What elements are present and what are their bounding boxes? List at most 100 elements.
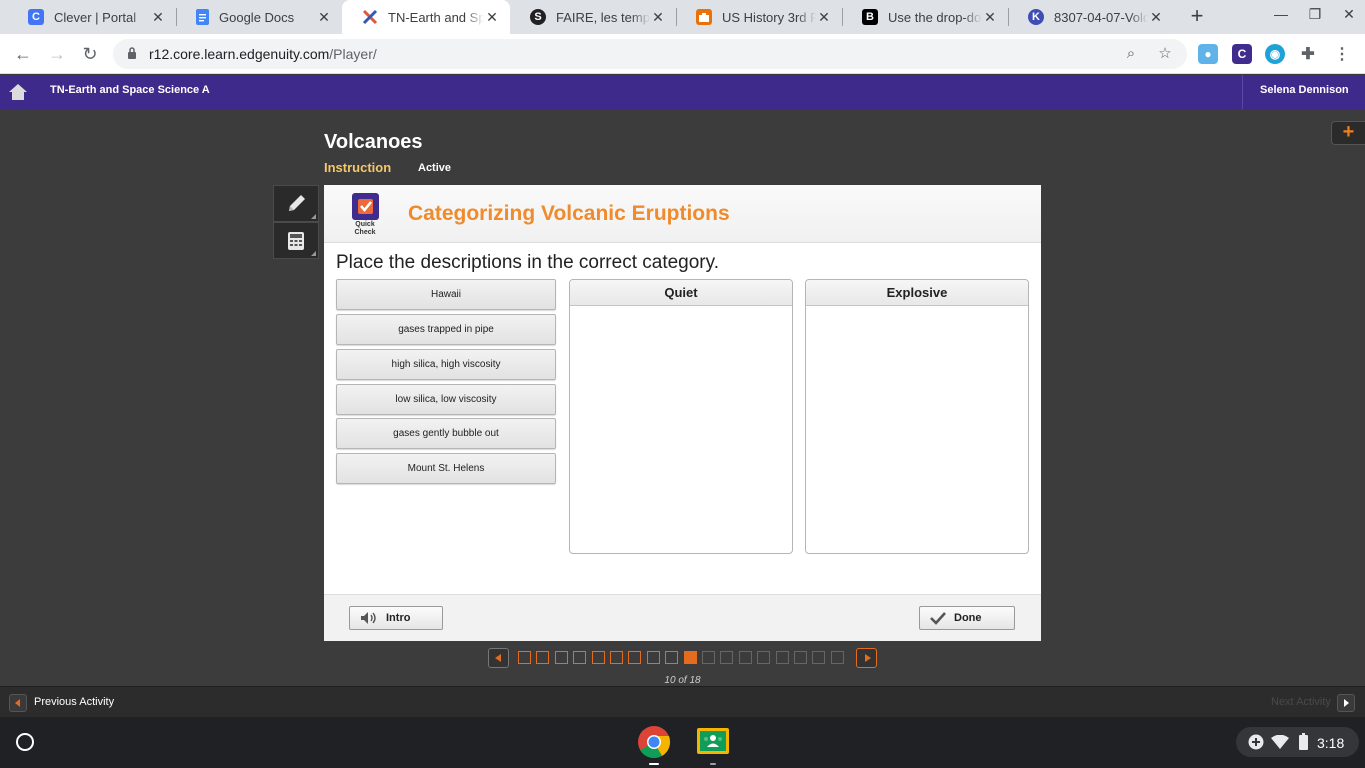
drag-item[interactable]: gases gently bubble out — [336, 418, 556, 449]
close-tab-icon[interactable]: ✕ — [150, 9, 166, 26]
page-box[interactable] — [536, 651, 550, 664]
back-arrow-icon[interactable]: ← — [11, 42, 35, 66]
previous-activity-button[interactable] — [9, 694, 27, 712]
close-tab-icon[interactable]: ✕ — [484, 9, 500, 26]
extension-c-icon[interactable]: C — [1232, 44, 1252, 64]
page-box[interactable] — [573, 651, 587, 664]
close-tab-icon[interactable]: ✕ — [816, 9, 832, 26]
close-tab-icon[interactable]: ✕ — [1148, 9, 1164, 26]
page-box[interactable] — [591, 651, 605, 664]
next-activity-label[interactable]: Next Activity — [1271, 696, 1331, 708]
clever-icon: C — [28, 9, 44, 25]
close-tab-icon[interactable]: ✕ — [982, 9, 998, 26]
launcher-icon[interactable] — [16, 733, 34, 751]
drag-item[interactable]: gases trapped in pipe — [336, 314, 556, 345]
close-tab-icon[interactable]: ✕ — [650, 9, 666, 26]
tab-title: 8307-04-07-Volca — [1054, 9, 1148, 25]
new-tab-icon[interactable]: + — [1186, 5, 1208, 27]
page-box[interactable] — [610, 651, 623, 664]
browser-tab-strip: C Clever | Portal ✕ Google Docs ✕ TN-Ear… — [0, 0, 1365, 34]
tab-title: Google Docs — [219, 9, 295, 25]
intro-button[interactable]: Intro — [349, 606, 443, 630]
battery-icon — [1299, 733, 1308, 750]
activity-title: Categorizing Volcanic Eruptions — [408, 202, 730, 225]
browser-tab[interactable]: B Use the drop-down ✕ — [842, 0, 1008, 34]
previous-page-button[interactable] — [488, 648, 509, 668]
page-box — [812, 651, 826, 664]
home-icon[interactable] — [8, 83, 28, 101]
reload-icon[interactable]: ↻ — [78, 42, 102, 66]
browser-tab[interactable]: US History 3rd Pe ✕ — [676, 0, 842, 34]
right-arrow-icon — [1344, 699, 1349, 707]
quick-check-badge-icon — [352, 193, 379, 220]
forward-arrow-icon[interactable]: → — [45, 42, 69, 66]
k-icon: K — [1028, 9, 1044, 25]
page-box[interactable] — [683, 651, 697, 664]
address-bar[interactable]: r12.core.learn.edgenuity.com/Player/ ⌕ ☆ — [113, 39, 1187, 69]
user-name[interactable]: Selena Dennison — [1260, 84, 1349, 96]
page-box — [830, 651, 844, 664]
browser-tab[interactable]: K 8307-04-07-Volca ✕ — [1008, 0, 1174, 34]
plus-icon[interactable]: + — [1331, 121, 1365, 145]
drag-item[interactable]: Hawaii — [336, 279, 556, 310]
intro-label: Intro — [386, 612, 411, 624]
speaker-icon — [361, 612, 376, 624]
done-button[interactable]: Done — [919, 606, 1015, 630]
url-text: r12.core.learn.edgenuity.com/Player/ — [149, 46, 377, 62]
calculator-tool-button[interactable] — [273, 222, 319, 259]
extension-person-icon[interactable]: ● — [1198, 44, 1218, 64]
page-box — [794, 651, 807, 664]
minimize-icon[interactable]: — — [1269, 6, 1293, 26]
tab-title: Use the drop-down — [888, 9, 982, 25]
add-circle-icon — [1248, 734, 1264, 750]
google-classroom-icon[interactable] — [696, 725, 730, 759]
category-explosive-header: Explosive — [806, 280, 1028, 306]
browser-tab[interactable]: C Clever | Portal ✕ — [8, 0, 176, 34]
edgenuity-icon — [362, 9, 378, 25]
close-window-icon[interactable]: ✕ — [1337, 6, 1361, 26]
calculator-icon — [288, 232, 304, 250]
page-counter: 10 of 18 — [664, 675, 701, 686]
chrome-app-icon[interactable] — [637, 725, 671, 759]
category-quiet-dropzone[interactable]: Quiet — [569, 279, 793, 554]
status-label: Active — [418, 162, 452, 174]
instructions: Place the descriptions in the correct ca… — [336, 252, 720, 273]
menu-kebab-icon[interactable]: ⋮ — [1332, 44, 1352, 64]
checkmark-icon — [930, 612, 946, 625]
activity-navigation-bar: Previous Activity Next Activity — [0, 686, 1365, 717]
next-page-button[interactable] — [856, 648, 877, 668]
page-box — [738, 651, 752, 664]
restore-icon[interactable]: ❐ — [1303, 6, 1327, 26]
close-tab-icon[interactable]: ✕ — [316, 9, 332, 26]
pencil-icon — [289, 195, 305, 211]
page-box — [775, 651, 789, 664]
extensions-puzzle-icon[interactable]: ✚ — [1298, 44, 1318, 64]
page-box — [757, 651, 771, 664]
page-box[interactable] — [646, 651, 660, 664]
left-arrow-icon — [495, 654, 501, 662]
drag-item[interactable]: Mount St. Helens — [336, 453, 556, 484]
pencil-tool-button[interactable] — [273, 185, 319, 222]
category-explosive-dropzone[interactable]: Explosive — [805, 279, 1029, 554]
drag-item[interactable]: high silica, high viscosity — [336, 349, 556, 380]
google-docs-icon — [196, 9, 209, 25]
next-activity-button[interactable] — [1337, 694, 1355, 712]
page-box[interactable] — [628, 651, 642, 664]
tab-instruction[interactable]: Instruction — [324, 160, 391, 175]
lock-icon — [128, 47, 136, 59]
browser-tab-active[interactable]: TN-Earth and Space ✕ — [342, 0, 510, 34]
previous-activity-label[interactable]: Previous Activity — [34, 696, 114, 708]
page-box[interactable] — [518, 651, 531, 664]
zoom-icon[interactable]: ⌕ — [1122, 45, 1140, 63]
bookmark-star-icon[interactable]: ☆ — [1156, 45, 1174, 63]
clock: 3:18 — [1317, 735, 1345, 751]
page-box[interactable] — [554, 651, 568, 664]
browser-tab[interactable]: Google Docs ✕ — [176, 0, 342, 34]
browser-tab[interactable]: S FAIRE, les temps, ✕ — [510, 0, 676, 34]
extension-globe-icon[interactable]: ◉ — [1265, 44, 1285, 64]
tab-title: Clever | Portal — [54, 9, 137, 25]
page-box[interactable] — [665, 651, 679, 664]
tab-title: FAIRE, les temps, — [556, 9, 650, 25]
drag-item[interactable]: low silica, low viscosity — [336, 384, 556, 415]
wifi-icon — [1271, 735, 1289, 749]
